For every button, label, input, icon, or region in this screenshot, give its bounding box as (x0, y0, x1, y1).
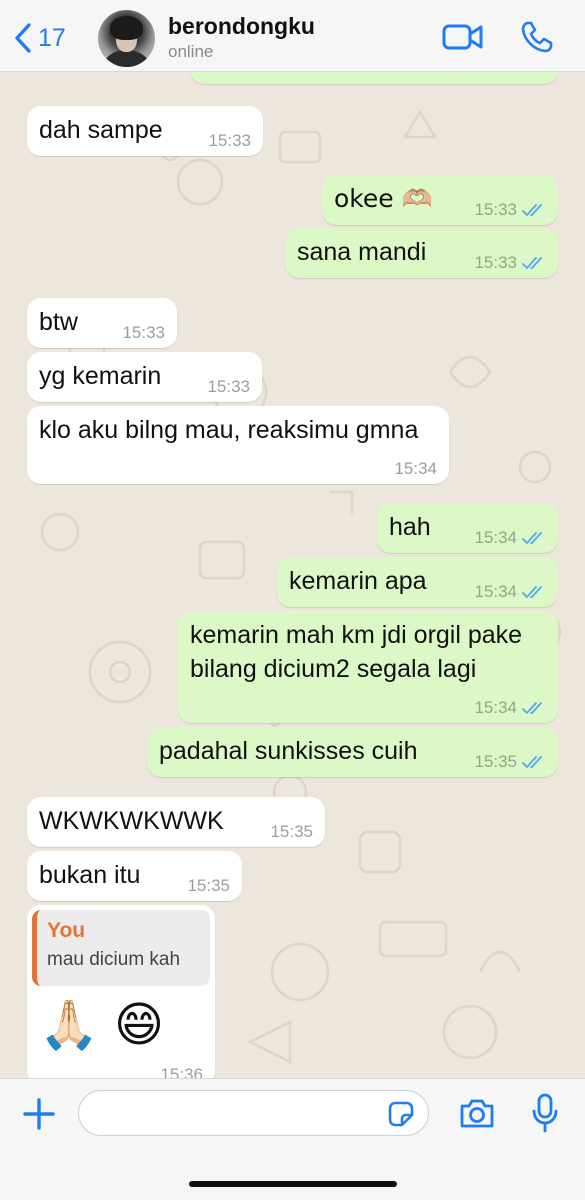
message-bubble[interactable]: WKWKWKWWK 15:35 (27, 797, 325, 847)
chat-area[interactable]: dah sampe 15:33 okee 🫶🏼 15:33 sana mandi… (0, 72, 585, 1078)
message-time: 15:35 (187, 876, 230, 895)
chevron-left-icon (15, 23, 31, 53)
message-input[interactable] (78, 1090, 429, 1136)
message-time: 15:36 (160, 1065, 203, 1078)
message-bubble[interactable]: btw 15:33 (27, 298, 177, 348)
chat-header: 17 berondongku online (0, 0, 585, 72)
message-bubble[interactable]: okee 🫶🏼 15:33 (322, 175, 558, 225)
plus-icon[interactable] (22, 1097, 56, 1131)
message-bubble[interactable]: klo aku bilng mau, reaksimu gmna 15:34 (27, 406, 449, 484)
message-meta: 15:35 (474, 752, 546, 772)
message-time: 15:33 (207, 377, 250, 396)
message-time: 15:33 (474, 200, 517, 219)
quoted-message[interactable]: You mau dicium kah (32, 910, 210, 986)
message-time: 15:35 (474, 752, 517, 771)
message-meta: 15:33 (474, 200, 546, 220)
message-bubble[interactable]: sana mandi 15:33 (285, 228, 558, 278)
emoji-message: 🙏🏻 😄 (39, 997, 165, 1053)
read-receipt-icon (522, 532, 542, 545)
contact-name[interactable]: berondongku (168, 13, 315, 40)
quote-author: You (47, 919, 86, 942)
camera-icon[interactable] (458, 1096, 496, 1130)
sticker-icon[interactable] (386, 1099, 416, 1129)
message-meta: 15:34 (474, 698, 546, 718)
read-receipt-icon (522, 756, 542, 769)
read-receipt-icon (522, 586, 542, 599)
microphone-icon[interactable] (530, 1093, 560, 1133)
read-receipt-icon (522, 204, 542, 217)
video-call-icon[interactable] (442, 22, 484, 52)
back-button[interactable]: 17 (12, 22, 66, 54)
message-bubble[interactable]: padahal sunkisses cuih 15:35 (147, 727, 558, 777)
home-indicator (189, 1181, 397, 1187)
contact-status: online (168, 42, 214, 61)
quote-text: mau dicium kah (47, 949, 181, 970)
message-text: klo aku bilng mau, reaksimu gmna (39, 416, 419, 444)
read-receipt-icon (522, 702, 542, 715)
message-time: 15:33 (122, 323, 165, 342)
message-time: 15:34 (394, 459, 437, 478)
message-time: 15:33 (208, 131, 251, 150)
message-time: 15:34 (474, 698, 517, 717)
message-meta: 15:34 (474, 582, 546, 602)
message-bubble[interactable]: dah sampe 15:33 (27, 106, 263, 156)
reply-message-bubble[interactable]: You mau dicium kah 🙏🏻 😄 15:36 (27, 905, 215, 1078)
message-bubble[interactable]: hah 15:34 (377, 503, 558, 553)
message-partial (190, 72, 558, 84)
message-meta: 15:34 (474, 528, 546, 548)
message-bubble[interactable]: yg kemarin 15:33 (27, 352, 262, 402)
message-time: 15:34 (474, 582, 517, 601)
message-bubble[interactable]: bukan itu 15:35 (27, 851, 242, 901)
message-text: kemarin mah km jdi orgil pake bilang dic… (190, 621, 523, 683)
message-bubble[interactable]: kemarin apa 15:34 (277, 557, 558, 607)
message-bubble[interactable]: kemarin mah km jdi orgil pake bilang dic… (178, 611, 558, 723)
message-time: 15:33 (474, 253, 517, 272)
read-receipt-icon (522, 257, 542, 270)
phone-call-icon[interactable] (520, 20, 554, 54)
message-time: 15:34 (474, 528, 517, 547)
message-meta: 15:33 (474, 253, 546, 273)
unread-count: 17 (38, 23, 66, 52)
contact-avatar[interactable] (98, 10, 155, 67)
message-time: 15:35 (270, 822, 313, 841)
